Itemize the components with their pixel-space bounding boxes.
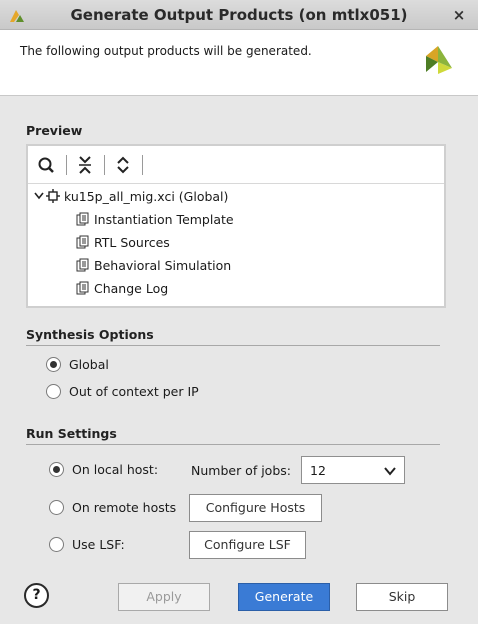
- synthesis-global-radio[interactable]: Global: [46, 357, 109, 372]
- section-divider: [26, 345, 440, 346]
- help-button[interactable]: ?: [24, 583, 49, 608]
- tree-item-label: Instantiation Template: [94, 211, 234, 227]
- synthesis-ooc-radio[interactable]: Out of context per IP: [46, 384, 199, 399]
- jobs-select[interactable]: 12: [301, 456, 405, 484]
- jobs-label: Number of jobs:: [191, 463, 291, 478]
- vivado-logo-icon: [426, 46, 452, 74]
- run-local-radio[interactable]: On local host:: [49, 462, 158, 477]
- document-icon: [76, 212, 89, 226]
- title-bar: Generate Output Products (on mtlx051) ×: [0, 0, 478, 30]
- tree-item-label: Change Log: [94, 280, 169, 296]
- jobs-value: 12: [310, 463, 326, 478]
- close-icon[interactable]: ×: [450, 6, 468, 24]
- ip-core-icon: [46, 189, 60, 203]
- run-remote-radio[interactable]: On remote hosts: [49, 500, 176, 515]
- toolbar-separator: [142, 155, 143, 175]
- run-lsf-radio[interactable]: Use LSF:: [49, 537, 125, 552]
- header-message: The following output products will be ge…: [20, 44, 312, 58]
- configure-hosts-button[interactable]: Configure Hosts: [189, 494, 322, 522]
- tree-item-label: Behavioral Simulation: [94, 257, 232, 273]
- tree-root[interactable]: ku15p_all_mig.xci (Global): [34, 186, 228, 206]
- toolbar-separator: [104, 155, 105, 175]
- apply-button[interactable]: Apply: [118, 583, 210, 611]
- radio-indicator[interactable]: [49, 462, 64, 477]
- radio-indicator[interactable]: [49, 500, 64, 515]
- radio-label: On remote hosts: [72, 500, 177, 515]
- search-icon[interactable]: [36, 155, 58, 175]
- expand-all-icon[interactable]: [112, 155, 134, 175]
- document-icon: [76, 235, 89, 249]
- tree-item[interactable]: Behavioral Simulation: [76, 255, 231, 275]
- radio-indicator[interactable]: [46, 384, 61, 399]
- tree-item-label: RTL Sources: [94, 234, 170, 250]
- header-panel: The following output products will be ge…: [0, 30, 478, 96]
- radio-label: Global: [69, 357, 109, 372]
- radio-label: Use LSF:: [72, 537, 125, 552]
- radio-label: Out of context per IP: [69, 384, 199, 399]
- window-title: Generate Output Products (on mtlx051): [70, 6, 408, 24]
- chevron-down-icon[interactable]: [34, 189, 44, 203]
- tree-item[interactable]: RTL Sources: [76, 232, 170, 252]
- configure-lsf-button[interactable]: Configure LSF: [189, 531, 306, 559]
- run-settings-title: Run Settings: [26, 426, 117, 441]
- synthesis-options-title: Synthesis Options: [26, 327, 154, 342]
- document-icon: [76, 281, 89, 295]
- skip-button[interactable]: Skip: [356, 583, 448, 611]
- preview-title: Preview: [26, 123, 83, 138]
- document-icon: [76, 258, 89, 272]
- radio-indicator[interactable]: [49, 537, 64, 552]
- toolbar-separator: [66, 155, 67, 175]
- collapse-all-icon[interactable]: [74, 155, 96, 175]
- chevron-down-icon: [384, 467, 396, 476]
- tree-item[interactable]: Instantiation Template: [76, 209, 234, 229]
- generate-button[interactable]: Generate: [238, 583, 330, 611]
- preview-toolbar: [28, 146, 444, 184]
- radio-label: On local host:: [72, 462, 159, 477]
- tree-root-label: ku15p_all_mig.xci (Global): [64, 188, 229, 204]
- section-divider: [26, 444, 440, 445]
- xilinx-logo-icon: [10, 10, 24, 22]
- tree-item[interactable]: Change Log: [76, 278, 168, 298]
- radio-indicator[interactable]: [46, 357, 61, 372]
- preview-panel: ku15p_all_mig.xci (Global) Instantiation…: [26, 144, 446, 308]
